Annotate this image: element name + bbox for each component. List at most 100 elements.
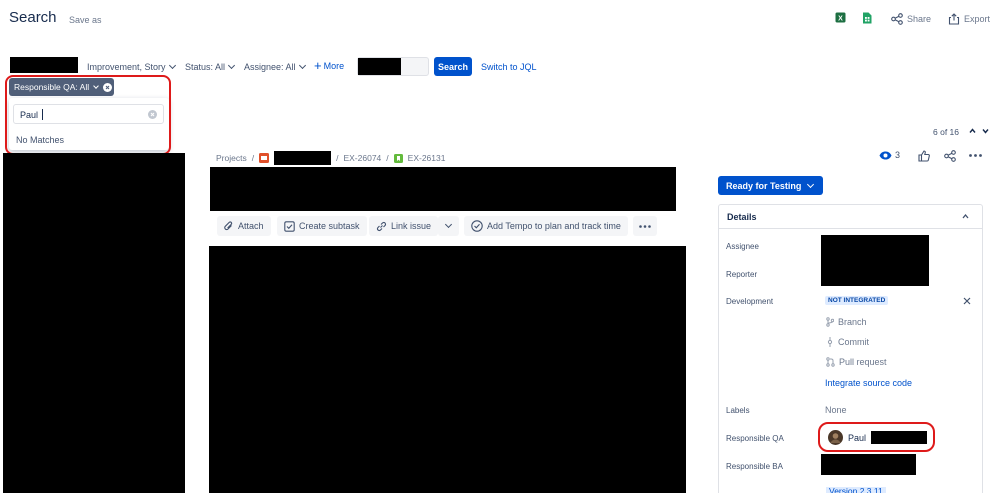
create-subtask-button[interactable]: Create subtask xyxy=(277,216,367,236)
breadcrumb-separator: / xyxy=(251,153,255,163)
close-icon[interactable] xyxy=(963,297,971,305)
breadcrumb-parent[interactable]: EX-26074 xyxy=(343,153,381,163)
pull-request-label: Pull request xyxy=(839,357,887,367)
status-label: Ready for Testing xyxy=(726,180,802,191)
share-icon[interactable] xyxy=(944,150,956,162)
status-button[interactable]: Ready for Testing xyxy=(718,176,824,195)
chevron-down-icon xyxy=(807,180,815,188)
chevron-down-icon xyxy=(227,61,236,70)
share-button[interactable]: Share xyxy=(891,13,931,25)
assignee-filter[interactable]: Assignee: All xyxy=(244,61,307,72)
pull-request-item: Pull request xyxy=(826,357,887,367)
assignee-reporter-redacted[interactable] xyxy=(821,235,929,286)
excel-icon[interactable]: X xyxy=(835,12,846,23)
responsible-qa-name: Paul xyxy=(848,432,867,443)
subtask-icon xyxy=(284,220,295,232)
type-filter-label: Improvement, Story xyxy=(87,62,166,72)
save-as-link[interactable]: Save as xyxy=(69,15,102,25)
project-filter-redacted[interactable] xyxy=(10,57,78,73)
details-title: Details xyxy=(727,212,757,222)
svg-text:X: X xyxy=(838,15,843,22)
labels-label: Labels xyxy=(726,406,750,415)
type-filter[interactable]: Improvement, Story xyxy=(87,61,177,72)
breadcrumb-issue[interactable]: EX-26131 xyxy=(408,153,446,163)
page-title: Search xyxy=(9,9,57,26)
fix-version-value[interactable]: Version 2.3.11 xyxy=(826,487,886,493)
responsible-qa-dropdown: Paul No Matches xyxy=(9,98,169,150)
link-issue-dropdown[interactable] xyxy=(438,216,459,236)
link-issue-label: Link issue xyxy=(391,221,432,231)
issue-summary-redacted[interactable] xyxy=(210,167,676,211)
commit-icon xyxy=(826,337,834,347)
avatar xyxy=(828,430,843,445)
issue-description-redacted xyxy=(209,246,686,493)
link-issue-button[interactable]: Link issue xyxy=(369,216,439,236)
share-icon xyxy=(891,13,903,25)
attach-label: Attach xyxy=(238,221,264,231)
responsible-qa-filter-label: Responsible QA: All xyxy=(14,82,90,92)
text-search-input[interactable] xyxy=(357,57,429,76)
assignee-label: Assignee xyxy=(726,242,759,251)
paperclip-icon xyxy=(224,220,234,232)
integrate-source-link[interactable]: Integrate source code xyxy=(825,378,912,388)
clear-search-icon[interactable] xyxy=(148,110,157,119)
responsible-qa-value[interactable]: Paul xyxy=(828,430,928,445)
more-filters-button[interactable]: + More xyxy=(314,58,345,73)
no-matches-text: No Matches xyxy=(16,135,65,145)
project-name-redacted[interactable] xyxy=(274,151,332,165)
branch-item: Branch xyxy=(826,317,867,327)
chevron-down-icon xyxy=(298,61,306,70)
responsible-qa-filter[interactable]: Responsible QA: All xyxy=(9,78,114,96)
status-filter-label: Status: All xyxy=(185,62,226,72)
share-label: Share xyxy=(907,14,932,24)
search-value: Paul xyxy=(20,110,39,120)
commit-label: Commit xyxy=(838,337,869,347)
create-subtask-label: Create subtask xyxy=(299,221,360,231)
more-label: More xyxy=(323,61,345,71)
clear-filter-icon[interactable] xyxy=(103,82,113,92)
chevron-down-icon xyxy=(168,61,176,70)
responsible-qa-surname-redacted xyxy=(871,431,928,444)
chevron-down-icon xyxy=(444,220,453,229)
issue-list-redacted[interactable] xyxy=(3,153,185,493)
status-filter[interactable]: Status: All xyxy=(185,61,236,72)
export-label: Export xyxy=(964,14,991,24)
branch-icon xyxy=(826,317,834,327)
watchers-button[interactable]: 3 xyxy=(879,150,900,160)
chevron-up-icon[interactable] xyxy=(969,128,976,134)
more-options-icon xyxy=(639,224,651,228)
chevron-up-icon xyxy=(962,214,969,219)
chevron-down-icon xyxy=(93,82,99,89)
switch-to-jql-link[interactable]: Switch to JQL xyxy=(481,62,537,72)
not-integrated-lozenge: NOT INTEGRATED xyxy=(825,296,889,305)
details-header[interactable]: Details xyxy=(719,205,982,229)
more-options-icon[interactable] xyxy=(969,154,982,157)
breadcrumb-projects[interactable]: Projects xyxy=(216,153,247,163)
pull-request-icon xyxy=(826,357,835,367)
assignee-filter-label: Assignee: All xyxy=(244,62,296,72)
commit-item: Commit xyxy=(826,337,869,347)
export-button[interactable]: Export xyxy=(948,13,990,25)
attach-button[interactable]: Attach xyxy=(217,216,271,236)
branch-label: Branch xyxy=(838,317,867,327)
plus-icon: + xyxy=(314,58,322,73)
like-icon[interactable] xyxy=(918,150,930,162)
spreadsheet-icon[interactable] xyxy=(862,12,872,24)
export-icon xyxy=(948,13,960,25)
responsible-qa-label: Responsible QA xyxy=(726,434,784,443)
more-actions-button[interactable] xyxy=(633,216,657,236)
breadcrumb-separator: / xyxy=(386,153,389,163)
development-label: Development xyxy=(726,297,774,306)
story-icon xyxy=(393,153,403,163)
search-button[interactable]: Search xyxy=(434,57,472,76)
responsible-qa-search-input[interactable]: Paul xyxy=(13,104,164,124)
link-icon xyxy=(376,221,387,232)
eye-icon xyxy=(879,151,892,160)
labels-value[interactable]: None xyxy=(825,405,847,415)
tempo-button[interactable]: Add Tempo to plan and track time xyxy=(464,216,628,236)
reporter-label: Reporter xyxy=(726,270,758,279)
responsible-ba-redacted[interactable] xyxy=(821,454,916,475)
pagination-position: 6 of 16 xyxy=(933,127,959,137)
chevron-down-icon[interactable] xyxy=(982,128,989,134)
check-circle-icon xyxy=(471,220,483,232)
